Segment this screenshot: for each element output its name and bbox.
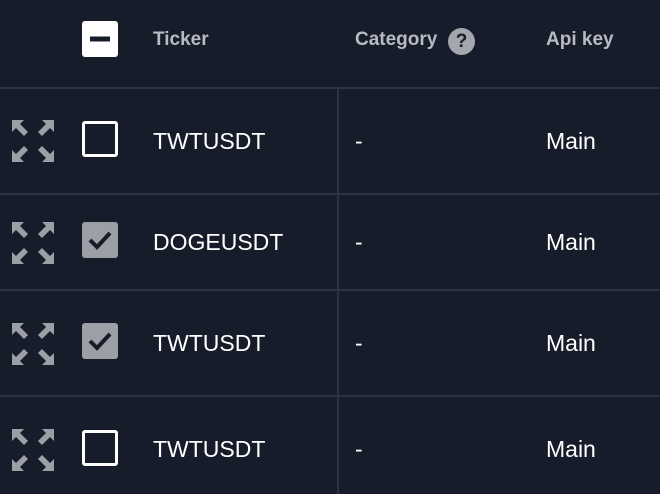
api-key-cell: Main: [546, 128, 596, 154]
expand-arrows-icon[interactable]: [12, 120, 54, 162]
api-key-cell: Main: [546, 330, 596, 356]
expand-arrows-icon[interactable]: [12, 323, 54, 365]
check-icon: [88, 332, 112, 351]
row-checkbox[interactable]: [82, 323, 118, 359]
expand-arrows-icon[interactable]: [12, 222, 54, 264]
category-cell: -: [355, 330, 363, 356]
table-row[interactable]: TWTUSDT - Main: [0, 89, 660, 195]
category-cell: -: [355, 229, 363, 255]
ticker-cell: TWTUSDT: [153, 128, 266, 154]
positions-table: Ticker Category ? Api key TWTUSDT - Main: [0, 0, 660, 494]
row-checkbox[interactable]: [82, 430, 118, 466]
table-header: Ticker Category ? Api key: [0, 0, 660, 89]
api-key-cell: Main: [546, 229, 596, 255]
ticker-cell: DOGEUSDT: [153, 229, 284, 255]
table-row[interactable]: TWTUSDT - Main: [0, 397, 660, 494]
expand-arrows-icon[interactable]: [12, 429, 54, 471]
ticker-cell: TWTUSDT: [153, 330, 266, 356]
row-checkbox[interactable]: [82, 222, 118, 258]
api-key-cell: Main: [546, 436, 596, 462]
category-cell: -: [355, 436, 363, 462]
question-circle-icon[interactable]: ?: [448, 28, 475, 55]
category-cell: -: [355, 128, 363, 154]
ticker-cell: TWTUSDT: [153, 436, 266, 462]
check-icon: [88, 231, 112, 250]
row-checkbox[interactable]: [82, 121, 118, 157]
column-header-ticker[interactable]: Ticker: [153, 27, 209, 53]
column-header-category[interactable]: Category: [355, 27, 437, 53]
column-header-api-key[interactable]: Api key: [546, 27, 614, 53]
select-all-checkbox[interactable]: [82, 21, 118, 57]
table-row[interactable]: DOGEUSDT - Main: [0, 195, 660, 291]
column-divider: [337, 89, 339, 494]
minus-icon: [90, 36, 110, 42]
table-row[interactable]: TWTUSDT - Main: [0, 291, 660, 397]
